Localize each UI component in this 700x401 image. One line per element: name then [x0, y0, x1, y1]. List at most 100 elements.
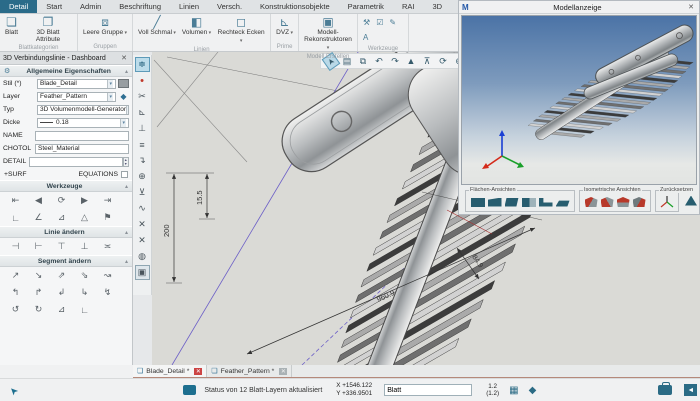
- tab-versch[interactable]: Versch.: [208, 0, 251, 13]
- tab-detail[interactable]: Detail: [0, 0, 37, 13]
- delta-dim-icon[interactable]: △: [73, 210, 96, 225]
- tool-a-button[interactable]: ⚒: [361, 15, 372, 30]
- trim-left-icon[interactable]: ⊣: [4, 239, 27, 254]
- face-view-top-button[interactable]: [539, 198, 553, 207]
- model-3d-view[interactable]: [461, 15, 697, 185]
- seg-corner3-icon[interactable]: ↲: [50, 285, 73, 300]
- refresh-icon[interactable]: ⟳: [50, 193, 73, 208]
- return-tool-icon[interactable]: ↴: [135, 153, 150, 168]
- dicke-select[interactable]: 0.18▾: [37, 118, 129, 128]
- iso-view-4-button[interactable]: [633, 197, 646, 207]
- go-first-icon[interactable]: ⇤: [4, 193, 27, 208]
- surf-label[interactable]: +SURF: [4, 171, 26, 178]
- style-color-swatch[interactable]: [118, 79, 129, 88]
- detail-input[interactable]: [29, 157, 123, 167]
- seg-corner2-icon[interactable]: ↱: [27, 285, 50, 300]
- offset-tool-icon[interactable]: ⊻: [135, 185, 150, 200]
- seg-rotate-ccw-icon[interactable]: ↺: [4, 302, 27, 317]
- erase-tool-icon[interactable]: ✕: [135, 233, 150, 248]
- go-last-icon[interactable]: ⇥: [96, 193, 119, 208]
- tab-feather-pattern[interactable]: ❏ Feather_Pattern * ✕: [207, 365, 292, 377]
- list-tool-icon[interactable]: ≡: [135, 137, 150, 152]
- volumen-button[interactable]: ◧Volumen: [180, 15, 213, 38]
- tab-parametrik[interactable]: Parametrik: [339, 0, 393, 13]
- seg-slope-icon[interactable]: ⊿: [50, 302, 73, 317]
- view-top-icon[interactable]: ⊼: [420, 55, 434, 68]
- curve-tool-icon[interactable]: ∿: [135, 201, 150, 216]
- close-tab-icon[interactable]: ✕: [279, 368, 287, 375]
- dimension-tool-icon[interactable]: ≑: [135, 57, 150, 72]
- go-prev-icon[interactable]: ◀: [27, 193, 50, 208]
- collapse-panel-icon[interactable]: ◄: [684, 384, 697, 396]
- face-view-back-button[interactable]: [488, 198, 502, 207]
- view-up-icon[interactable]: ▲: [404, 55, 418, 68]
- flag-point-icon[interactable]: ⚑: [96, 210, 119, 225]
- globe-tool-icon[interactable]: ◍: [135, 249, 150, 264]
- iso-view-2-button[interactable]: [601, 197, 614, 207]
- tab-admin[interactable]: Admin: [71, 0, 110, 13]
- marker-dot-icon[interactable]: •: [135, 73, 150, 88]
- face-view-right-button[interactable]: [522, 198, 536, 207]
- section-linie-aendern[interactable]: Linie ändern▴: [0, 226, 132, 238]
- seg-right-angle-icon[interactable]: ∟: [73, 302, 96, 317]
- face-view-front-button[interactable]: [471, 198, 485, 207]
- seg-rotate-cw-icon[interactable]: ↻: [27, 302, 50, 317]
- close-icon[interactable]: ✕: [686, 3, 696, 11]
- seg-down2-icon[interactable]: ⇘: [73, 268, 96, 283]
- scissors-tool-icon[interactable]: ✂: [135, 89, 150, 104]
- iso-view-3-button[interactable]: [617, 197, 630, 207]
- blatt-button[interactable]: ❏Blatt: [3, 15, 20, 37]
- corner-icon[interactable]: ∟: [4, 210, 27, 225]
- section-werkzeuge[interactable]: Werkzeuge▴: [0, 180, 132, 192]
- modell-rekonstruktoren-button[interactable]: ▣Modell-Rekonstruktoren: [302, 15, 354, 53]
- tab-beschriftung[interactable]: Beschriftung: [110, 0, 170, 13]
- dvz-button[interactable]: ⊾DVZ: [274, 15, 295, 38]
- stretch-icon[interactable]: ≍: [96, 239, 119, 254]
- name-input[interactable]: [35, 131, 129, 141]
- iso-view-1-button[interactable]: [585, 197, 598, 207]
- camera-tool-icon[interactable]: ▣: [135, 265, 150, 280]
- seg-curve-icon[interactable]: ↝: [96, 268, 119, 283]
- equations-checkbox[interactable]: [121, 171, 128, 178]
- tab-konstruktionsobjekte[interactable]: Konstruktionsobjekte: [251, 0, 339, 13]
- tab-rai[interactable]: RAI: [393, 0, 424, 13]
- reset-view-button[interactable]: [659, 195, 675, 209]
- chotol-input[interactable]: [35, 144, 129, 154]
- delete-tool-icon[interactable]: ✕: [135, 217, 150, 232]
- model-mode-icon[interactable]: ◆: [529, 385, 537, 396]
- undo-icon[interactable]: ↶: [372, 55, 386, 68]
- seg-up2-icon[interactable]: ⇗: [50, 268, 73, 283]
- rotate-view-icon[interactable]: ⟳: [436, 55, 450, 68]
- layer-select[interactable]: Feather_Pattern▾: [37, 92, 116, 102]
- tool-c-button[interactable]: ✎: [387, 15, 398, 30]
- triangle-edge-icon[interactable]: ⊿: [50, 210, 73, 225]
- seg-up-icon[interactable]: ↗: [4, 268, 27, 283]
- sheet-name-field[interactable]: [384, 384, 472, 396]
- circle-center-tool-icon[interactable]: ⊕: [135, 169, 150, 184]
- cursor-mode-icon[interactable]: ➤: [7, 383, 21, 397]
- perpendicular-tool-icon[interactable]: ⊥: [135, 121, 150, 136]
- tab-3d[interactable]: 3D: [423, 0, 451, 13]
- 3d-blatt-attribute-button[interactable]: ❐3D Blatt Attribute: [22, 15, 74, 44]
- tab-start[interactable]: Start: [37, 0, 71, 13]
- section-segment-aendern[interactable]: Segment ändern▴: [0, 255, 132, 267]
- typ-select[interactable]: 3D Volumenmodell-Generator▾: [37, 105, 129, 115]
- extra-view-button[interactable]: [685, 196, 697, 206]
- seg-down-icon[interactable]: ↘: [27, 268, 50, 283]
- section-general-properties[interactable]: ⚙ Allgemeine Eigenschaften ▴: [0, 65, 132, 77]
- workspace-lock-icon[interactable]: [658, 385, 672, 395]
- voll-schmal-button[interactable]: ╱Voll Schmal: [136, 15, 178, 38]
- tool-b-button[interactable]: ☑: [374, 15, 385, 30]
- close-tab-icon[interactable]: ✕: [194, 368, 202, 375]
- close-icon[interactable]: ✕: [119, 54, 129, 62]
- redo-icon[interactable]: ↷: [388, 55, 402, 68]
- tab-blade-detail[interactable]: ❏ Blade_Detail * ✕: [133, 365, 207, 377]
- save-all-icon[interactable]: ⧉: [356, 55, 370, 68]
- join-bottom-icon[interactable]: ⊥: [73, 239, 96, 254]
- seg-corner4-icon[interactable]: ↳: [73, 285, 96, 300]
- tool-d-button[interactable]: A: [361, 30, 370, 45]
- angle-icon[interactable]: ∠: [27, 210, 50, 225]
- spinner-control[interactable]: ▲▼: [123, 157, 130, 167]
- trim-right-icon[interactable]: ⊢: [27, 239, 50, 254]
- stil-select[interactable]: Blade_Detail▾: [37, 79, 116, 89]
